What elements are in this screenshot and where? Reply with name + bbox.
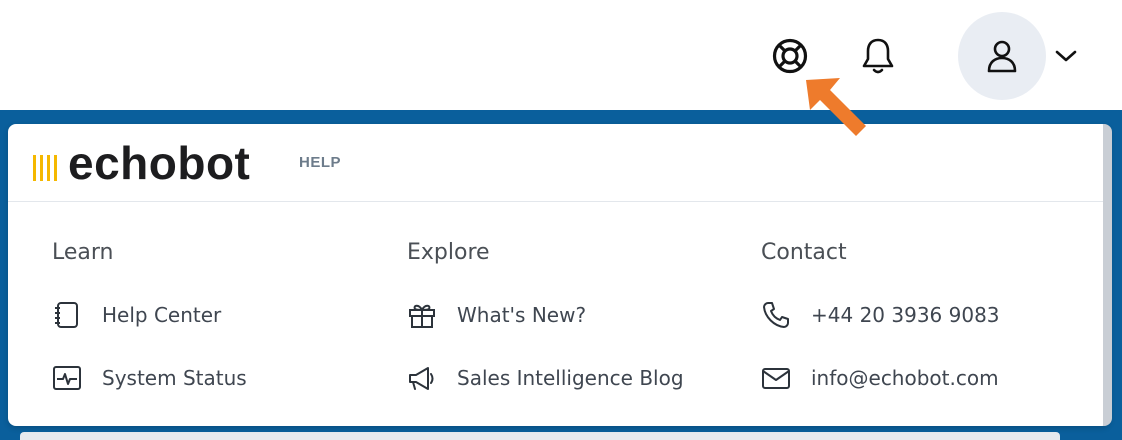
panel-scrollbar[interactable] [1103,124,1112,426]
help-center-link[interactable]: Help Center [52,297,392,333]
column-title: Learn [52,240,114,265]
user-avatar-button[interactable] [958,12,1046,100]
explore-column: Explore What's New? Sales Intelligence B… [407,236,747,396]
status-monitor-icon [52,363,82,393]
link-label: Help Center [102,303,222,327]
logo-wordmark: echobot [68,137,251,189]
sales-intelligence-blog-link[interactable]: Sales Intelligence Blog [407,360,747,396]
help-button[interactable] [768,36,812,76]
lifebuoy-icon [772,38,808,74]
help-panel: echobot HELP Learn Help Center System St… [8,124,1110,426]
top-bar [0,0,1122,110]
account-menu-toggle[interactable] [1048,40,1084,72]
system-status-link[interactable]: System Status [52,360,392,396]
link-label: System Status [102,366,247,390]
user-icon [987,40,1017,73]
bell-icon [862,38,894,74]
mail-icon [761,363,791,393]
whats-new-link[interactable]: What's New? [407,297,747,333]
page-content-edge [20,432,1060,440]
notifications-button[interactable] [856,34,900,78]
column-title: Explore [407,240,490,265]
chevron-down-icon [1055,50,1077,62]
link-label: +44 20 3936 9083 [811,303,1000,327]
column-title: Contact [761,240,847,265]
contact-column: Contact +44 20 3936 9083 info@echobot.co… [761,236,1101,396]
logo-bars-icon [33,155,57,181]
gift-icon [407,300,437,330]
phone-link[interactable]: +44 20 3936 9083 [761,297,1101,333]
phone-icon [761,300,791,330]
notebook-icon [52,300,82,330]
echobot-logo: echobot [32,140,250,186]
email-link[interactable]: info@echobot.com [761,360,1101,396]
link-label: What's New? [457,303,587,327]
help-panel-header: echobot HELP [8,124,1110,202]
link-label: Sales Intelligence Blog [457,366,684,390]
megaphone-icon [407,363,437,393]
learn-column: Learn Help Center System Status [52,236,392,396]
help-tag: HELP [299,154,342,171]
link-label: info@echobot.com [811,366,999,390]
